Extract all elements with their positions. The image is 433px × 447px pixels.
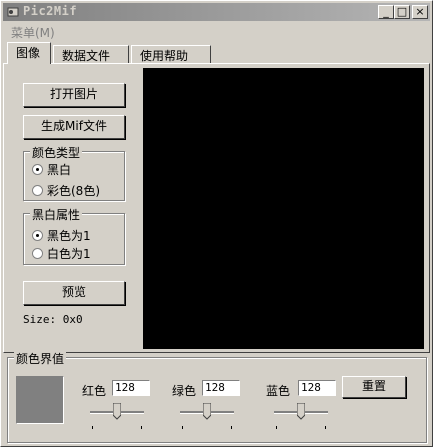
slider-thumb[interactable] [203,403,211,420]
minimize-icon: _ [383,5,389,18]
slider-tick [182,426,183,429]
color-type-title: 颜色类型 [30,144,83,161]
color-threshold-group: 颜色界值 红色 128 绿色 128 蓝色 128 重置 [7,350,427,443]
menu-item-menu[interactable]: 菜单(M) [11,24,55,41]
radio-label: 白色为1 [47,247,91,261]
blue-value-input[interactable]: 128 [298,380,336,396]
menu-bar: 菜单(M) [3,22,430,40]
radio-white-is-1[interactable]: 白色为1 [32,245,91,262]
red-label: 红色 [82,384,107,398]
slider-thumb[interactable] [297,403,305,420]
green-slider[interactable] [180,400,234,430]
slider-thumb[interactable] [113,403,121,420]
blue-label: 蓝色 [266,384,291,398]
radio-black-white[interactable]: 黑白 [32,161,71,178]
open-image-button[interactable]: 打开图片 [23,83,125,107]
blue-slider[interactable] [274,400,328,430]
slider-tick [276,426,277,429]
close-icon: × [415,5,425,18]
radio-dot-selected [32,230,43,241]
maximize-button[interactable]: □ [394,5,410,19]
app-window: Pic2Mif _ □ × 菜单(M) 图像 数据文件 使用帮助 打开图片 生成… [0,0,433,447]
close-button[interactable]: × [412,5,428,19]
slider-tick [141,426,142,429]
size-label: Size: 0x0 [23,313,83,326]
tab-strip: 图像 数据文件 使用帮助 [3,42,430,64]
maximize-icon: □ [396,5,408,18]
preview-button[interactable]: 预览 [23,281,125,305]
slider-tick [231,426,232,429]
red-slider[interactable] [90,400,144,430]
green-value-input[interactable]: 128 [202,380,240,396]
reset-button[interactable]: 重置 [342,376,406,398]
tab-help[interactable]: 使用帮助 [131,45,211,63]
bw-property-title: 黑白属性 [30,206,83,223]
radio-dot-selected [32,164,43,175]
radio-label: 黑白 [47,163,72,177]
radio-black-is-1[interactable]: 黑色为1 [32,227,91,244]
title-bar[interactable]: Pic2Mif _ □ × [3,3,430,21]
color-type-group: 颜色类型 黑白 彩色(8色) [23,144,125,201]
green-label: 绿色 [172,384,197,398]
radio-label: 彩色(8色) [47,184,100,198]
generate-mif-button[interactable]: 生成Mif文件 [23,115,125,139]
window-title: Pic2Mif [23,4,78,18]
tab-data-file[interactable]: 数据文件 [53,45,129,63]
app-icon [7,7,19,17]
color-swatch [16,376,64,424]
minimize-button[interactable]: _ [378,5,394,19]
bw-property-group: 黑白属性 黑色为1 白色为1 [23,206,125,265]
slider-tick [325,426,326,429]
image-preview [143,68,424,349]
radio-dot [32,185,43,196]
slider-tick [92,426,93,429]
radio-dot [32,248,43,259]
red-value-input[interactable]: 128 [112,380,150,396]
radio-color-8[interactable]: 彩色(8色) [32,182,100,199]
tab-image[interactable]: 图像 [7,42,51,64]
radio-label: 黑色为1 [47,229,91,243]
color-threshold-title: 颜色界值 [14,350,67,367]
